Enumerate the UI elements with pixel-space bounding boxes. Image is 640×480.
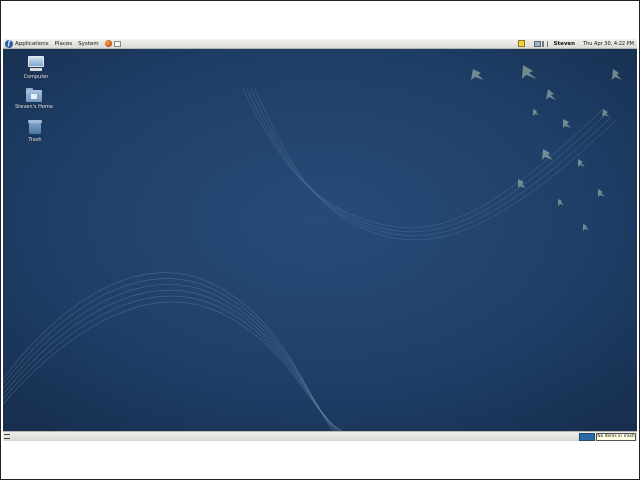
wallpaper	[3, 49, 637, 431]
screenshot-frame: f Applications Places System Steven Thu …	[0, 0, 640, 480]
desktop-icon-trash[interactable]: Trash	[10, 119, 60, 143]
mail-launcher-icon[interactable]	[113, 40, 121, 47]
user-switcher[interactable]: Steven	[554, 41, 576, 47]
menu-places[interactable]: Places	[55, 41, 73, 47]
bottom-panel: No Items in Trash	[3, 431, 637, 441]
clock[interactable]: Thu Apr 30, 4:22 PM	[583, 41, 634, 47]
top-panel: f Applications Places System Steven Thu …	[3, 39, 637, 49]
firefox-launcher-icon[interactable]	[104, 40, 112, 47]
notes-icon[interactable]	[517, 40, 525, 47]
trash-icon	[28, 119, 42, 135]
desktop-icon-home[interactable]: Steven's Home	[9, 88, 59, 110]
desktop-icon-label: Steven's Home	[15, 104, 53, 110]
trash-tooltip: No Items in Trash	[596, 433, 636, 441]
computer-icon	[27, 56, 45, 72]
desktop-icon-label: Computer	[23, 74, 49, 80]
desktop-icon-computer[interactable]: Computer	[11, 56, 61, 80]
desktop-screen: f Applications Places System Steven Thu …	[3, 39, 637, 441]
menu-system[interactable]: System	[78, 41, 99, 47]
home-folder-icon	[26, 88, 42, 102]
menu-applications[interactable]: Applications	[15, 41, 49, 47]
show-desktop-icon[interactable]	[4, 434, 10, 439]
fedora-logo-icon[interactable]: f	[5, 39, 13, 48]
workspace-switcher[interactable]	[579, 433, 595, 441]
desktop-icon-label: Trash	[28, 137, 42, 143]
volume-icon[interactable]	[541, 40, 548, 47]
network-icon[interactable]	[533, 40, 541, 47]
